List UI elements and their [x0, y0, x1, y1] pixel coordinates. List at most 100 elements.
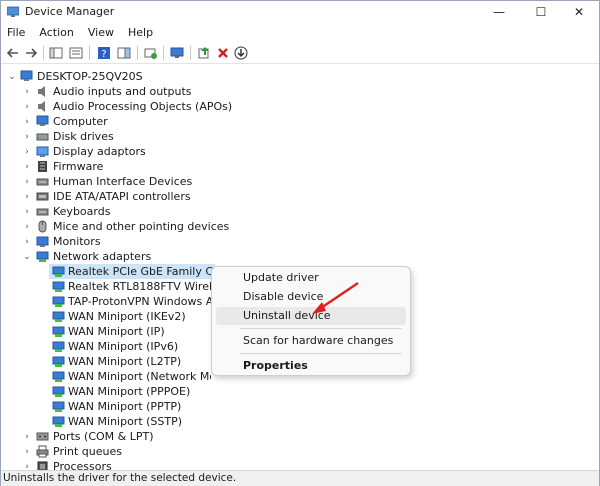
menu-separator — [240, 353, 402, 354]
speaker-icon — [38, 86, 45, 97]
download-icon[interactable] — [233, 45, 249, 61]
tree-item-tap-protonvpn[interactable]: TAP-ProtonVPN Windows Adapter V9 — [68, 294, 211, 309]
tree-item-firmware[interactable]: Firmware — [53, 159, 103, 174]
port-icon — [36, 432, 49, 441]
update-driver-icon[interactable] — [196, 45, 212, 61]
chevron-right-icon[interactable]: › — [22, 114, 32, 129]
tree-item-audio-processing[interactable]: Audio Processing Objects (APOs) — [53, 99, 232, 114]
device-manager-icon — [7, 6, 19, 17]
chevron-right-icon[interactable]: › — [22, 234, 32, 249]
network-adapter-icon — [52, 371, 65, 382]
status-bar: Uninstalls the driver for the selected d… — [1, 470, 599, 486]
minimize-button[interactable]: — — [479, 1, 519, 23]
network-adapter-icon — [52, 401, 65, 412]
processor-icon — [37, 461, 48, 470]
forward-arrow-icon[interactable] — [23, 45, 39, 61]
mouse-icon — [38, 220, 47, 233]
network-adapter-icon — [52, 341, 65, 352]
menu-item-disable-device[interactable]: Disable device — [216, 288, 406, 306]
chevron-right-icon[interactable]: › — [22, 144, 32, 159]
tree-item-wan-pppoe[interactable]: WAN Miniport (PPPOE) — [68, 384, 190, 399]
menu-separator — [240, 328, 402, 329]
chevron-right-icon[interactable]: › — [22, 84, 32, 99]
network-adapter-icon — [52, 311, 65, 322]
keyboard-icon — [36, 208, 49, 216]
chevron-right-icon[interactable]: › — [22, 459, 32, 471]
chevron-right-icon[interactable]: › — [22, 129, 32, 144]
tree-item-wan-network-monitor[interactable]: WAN Miniport (Network Monitor) — [68, 369, 211, 384]
chevron-right-icon[interactable]: › — [22, 219, 32, 234]
menu-item-update-driver[interactable]: Update driver — [216, 269, 406, 287]
computer-icon — [20, 70, 33, 81]
printer-icon — [36, 445, 49, 458]
tree-item-wan-sstp[interactable]: WAN Miniport (SSTP) — [68, 414, 182, 429]
firmware-icon — [38, 161, 47, 172]
menu-action[interactable]: Action — [39, 26, 73, 39]
chevron-down-icon[interactable]: ⌄ — [22, 249, 32, 264]
toolbar: ? — [1, 42, 599, 64]
scan-hardware-icon[interactable] — [143, 45, 159, 61]
menu-item-uninstall-device[interactable]: Uninstall device — [216, 307, 406, 325]
tree-item-wan-l2tp[interactable]: WAN Miniport (L2TP) — [68, 354, 181, 369]
tree-item-wan-ikev2[interactable]: WAN Miniport (IKEv2) — [68, 309, 186, 324]
close-button[interactable]: ✕ — [559, 1, 599, 23]
context-menu: Update driver Disable device Uninstall d… — [211, 266, 411, 376]
back-arrow-icon[interactable] — [5, 45, 21, 61]
tree-item-ports[interactable]: Ports (COM & LPT) — [53, 429, 154, 444]
chevron-right-icon[interactable]: › — [22, 99, 32, 114]
maximize-button[interactable]: ☐ — [521, 1, 561, 23]
menu-item-properties[interactable]: Properties — [216, 357, 406, 375]
tree-item-wan-pptp[interactable]: WAN Miniport (PPTP) — [68, 399, 181, 414]
keyboard-icon — [36, 178, 49, 186]
chevron-right-icon[interactable]: › — [22, 444, 32, 459]
device-manager-window: Device Manager — ☐ ✕ File Action View He… — [0, 0, 600, 486]
tree-item-mice[interactable]: Mice and other pointing devices — [53, 219, 229, 234]
network-adapter-icon — [52, 296, 65, 307]
tree-item-computer[interactable]: Computer — [53, 114, 108, 129]
tree-item-print-queues[interactable]: Print queues — [53, 444, 122, 459]
menu-view[interactable]: View — [88, 26, 114, 39]
network-adapter-icon — [52, 281, 65, 292]
tree-item-hid[interactable]: Human Interface Devices — [53, 174, 192, 189]
properties-icon[interactable] — [68, 45, 84, 61]
chevron-right-icon[interactable]: › — [22, 429, 32, 444]
tree-item-network-adapters[interactable]: Network adapters — [53, 249, 151, 264]
tree-item-keyboards[interactable]: Keyboards — [53, 204, 110, 219]
tree-item-realtek-pcie[interactable]: Realtek PCIe GbE Family Controller — [68, 264, 214, 279]
uninstall-icon[interactable] — [215, 45, 231, 61]
menu-file[interactable]: File — [7, 26, 25, 39]
action-pane-icon[interactable] — [116, 45, 132, 61]
tree-item-audio-inputs[interactable]: Audio inputs and outputs — [53, 84, 192, 99]
disk-drive-icon — [36, 133, 49, 141]
tree-item-monitors[interactable]: Monitors — [53, 234, 101, 249]
speaker-icon — [38, 101, 45, 112]
window-title: Device Manager — [25, 5, 115, 18]
chevron-right-icon[interactable]: › — [22, 159, 32, 174]
show-hide-console-tree-icon[interactable] — [48, 45, 64, 61]
chevron-right-icon[interactable]: › — [22, 204, 32, 219]
tree-item-realtek-wireless[interactable]: Realtek RTL8188FTV Wireless LAN 802.11n … — [68, 279, 211, 294]
network-adapter-icon — [52, 266, 65, 277]
svg-text:?: ? — [101, 49, 106, 60]
network-adapter-icon — [52, 356, 65, 367]
ide-controller-icon — [36, 192, 49, 201]
network-adapter-icon — [52, 386, 65, 397]
network-adapter-icon — [52, 326, 65, 337]
menu-bar: File Action View Help — [1, 23, 599, 42]
chevron-right-icon[interactable]: › — [22, 189, 32, 204]
menu-help[interactable]: Help — [128, 26, 153, 39]
tree-item-ide[interactable]: IDE ATA/ATAPI controllers — [53, 189, 191, 204]
monitor-icon[interactable] — [169, 45, 185, 61]
tree-item-disk-drives[interactable]: Disk drives — [53, 129, 114, 144]
help-icon[interactable]: ? — [96, 45, 112, 61]
title-bar: Device Manager — ☐ ✕ — [1, 1, 599, 23]
tree-root-computer[interactable]: DESKTOP-25QV20S — [37, 69, 143, 84]
menu-item-scan-hardware[interactable]: Scan for hardware changes — [216, 332, 406, 350]
tree-item-processors[interactable]: Processors — [53, 459, 112, 470]
tree-item-wan-ip[interactable]: WAN Miniport (IP) — [68, 324, 165, 339]
tree-item-display-adaptors[interactable]: Display adaptors — [53, 144, 146, 159]
tree-item-wan-ipv6[interactable]: WAN Miniport (IPv6) — [68, 339, 178, 354]
chevron-right-icon[interactable]: › — [22, 174, 32, 189]
network-adapter-icon — [36, 251, 49, 262]
chevron-down-icon[interactable]: ⌄ — [7, 69, 17, 84]
